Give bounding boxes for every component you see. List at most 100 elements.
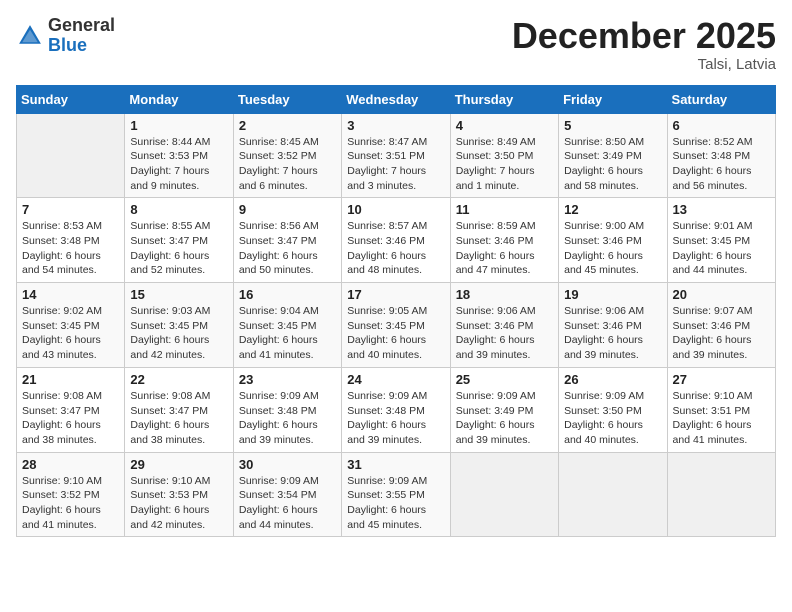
table-row: 22 Sunrise: 9:08 AMSunset: 3:47 PMDayligh… <box>125 367 233 452</box>
day-info: Sunrise: 8:45 AMSunset: 3:52 PMDaylight:… <box>239 135 336 194</box>
header-monday: Monday <box>125 85 233 113</box>
table-row <box>17 113 125 198</box>
day-info: Sunrise: 8:50 AMSunset: 3:49 PMDaylight:… <box>564 135 661 194</box>
calendar-body: 1 Sunrise: 8:44 AMSunset: 3:53 PMDaylight… <box>17 113 776 537</box>
table-row: 26Sunrise: 9:09 AMSunset: 3:50 PMDayligh… <box>559 367 667 452</box>
table-row: 8 Sunrise: 8:55 AMSunset: 3:47 PMDaylight… <box>125 198 233 283</box>
day-info: Sunrise: 9:08 AMSunset: 3:47 PMDaylight:… <box>22 389 119 448</box>
table-row: 28 Sunrise: 9:10 AMSunset: 3:52 PMDayligh… <box>17 452 125 537</box>
day-number: 8 <box>130 202 227 217</box>
table-row: 27 Sunrise: 9:10 AMSunset: 3:51 PMDayligh… <box>667 367 775 452</box>
day-info: Sunrise: 8:53 AMSunset: 3:48 PMDaylight:… <box>22 219 119 278</box>
day-info: Sunrise: 9:09 AMSunset: 3:54 PMDaylight:… <box>239 474 336 533</box>
table-row: 6 Sunrise: 8:52 AMSunset: 3:48 PMDaylight… <box>667 113 775 198</box>
day-number: 16 <box>239 287 336 302</box>
day-number: 14 <box>22 287 119 302</box>
table-row: 30 Sunrise: 9:09 AMSunset: 3:54 PMDayligh… <box>233 452 341 537</box>
logo-text: General Blue <box>48 16 115 56</box>
header-friday: Friday <box>559 85 667 113</box>
table-row: 2Sunrise: 8:45 AMSunset: 3:52 PMDaylight… <box>233 113 341 198</box>
table-row: 1 Sunrise: 8:44 AMSunset: 3:53 PMDaylight… <box>125 113 233 198</box>
table-row: 5Sunrise: 8:50 AMSunset: 3:49 PMDaylight… <box>559 113 667 198</box>
calendar-header: Sunday Monday Tuesday Wednesday Thursday… <box>17 85 776 113</box>
day-info: Sunrise: 9:10 AMSunset: 3:52 PMDaylight:… <box>22 474 119 533</box>
logo-line1: General <box>48 16 115 36</box>
day-info: Sunrise: 8:55 AMSunset: 3:47 PMDaylight:… <box>130 219 227 278</box>
month-title: December 2025 <box>512 16 776 56</box>
table-row: 16 Sunrise: 9:04 AMSunset: 3:45 PMDayligh… <box>233 283 341 368</box>
logo-icon <box>16 22 44 50</box>
day-number: 23 <box>239 372 336 387</box>
day-number: 26 <box>564 372 661 387</box>
table-row: 4 Sunrise: 8:49 AMSunset: 3:50 PMDaylight… <box>450 113 558 198</box>
day-info: Sunrise: 9:10 AMSunset: 3:53 PMDaylight:… <box>130 474 227 533</box>
table-row: 19Sunrise: 9:06 AMSunset: 3:46 PMDayligh… <box>559 283 667 368</box>
calendar-week-row: 7 Sunrise: 8:53 AMSunset: 3:48 PMDaylight… <box>17 198 776 283</box>
table-row: 3Sunrise: 8:47 AMSunset: 3:51 PMDaylight… <box>342 113 450 198</box>
table-row: 7 Sunrise: 8:53 AMSunset: 3:48 PMDaylight… <box>17 198 125 283</box>
day-info: Sunrise: 9:09 AMSunset: 3:48 PMDaylight:… <box>239 389 336 448</box>
table-row: 15 Sunrise: 9:03 AMSunset: 3:45 PMDayligh… <box>125 283 233 368</box>
table-row: 11Sunrise: 8:59 AMSunset: 3:46 PMDayligh… <box>450 198 558 283</box>
day-number: 24 <box>347 372 444 387</box>
day-number: 30 <box>239 457 336 472</box>
day-number: 13 <box>673 202 770 217</box>
day-number: 21 <box>22 372 119 387</box>
day-info: Sunrise: 9:04 AMSunset: 3:45 PMDaylight:… <box>239 304 336 363</box>
day-info: Sunrise: 9:10 AMSunset: 3:51 PMDaylight:… <box>673 389 770 448</box>
day-info: Sunrise: 9:09 AMSunset: 3:49 PMDaylight:… <box>456 389 553 448</box>
day-info: Sunrise: 9:00 AMSunset: 3:46 PMDaylight:… <box>564 219 661 278</box>
calendar-week-row: 28 Sunrise: 9:10 AMSunset: 3:52 PMDayligh… <box>17 452 776 537</box>
calendar-week-row: 1 Sunrise: 8:44 AMSunset: 3:53 PMDaylight… <box>17 113 776 198</box>
calendar-week-row: 21 Sunrise: 9:08 AMSunset: 3:47 PMDayligh… <box>17 367 776 452</box>
day-number: 7 <box>22 202 119 217</box>
day-info: Sunrise: 9:02 AMSunset: 3:45 PMDaylight:… <box>22 304 119 363</box>
day-info: Sunrise: 8:59 AMSunset: 3:46 PMDaylight:… <box>456 219 553 278</box>
day-info: Sunrise: 9:09 AMSunset: 3:48 PMDaylight:… <box>347 389 444 448</box>
title-block: December 2025 Talsi, Latvia <box>512 16 776 73</box>
day-number: 18 <box>456 287 553 302</box>
table-row: 24 Sunrise: 9:09 AMSunset: 3:48 PMDayligh… <box>342 367 450 452</box>
calendar-week-row: 14 Sunrise: 9:02 AMSunset: 3:45 PMDayligh… <box>17 283 776 368</box>
day-info: Sunrise: 9:03 AMSunset: 3:45 PMDaylight:… <box>130 304 227 363</box>
day-number: 6 <box>673 118 770 133</box>
day-number: 15 <box>130 287 227 302</box>
day-info: Sunrise: 8:49 AMSunset: 3:50 PMDaylight:… <box>456 135 553 194</box>
day-number: 10 <box>347 202 444 217</box>
day-info: Sunrise: 8:57 AMSunset: 3:46 PMDaylight:… <box>347 219 444 278</box>
day-number: 3 <box>347 118 444 133</box>
table-row: 23 Sunrise: 9:09 AMSunset: 3:48 PMDayligh… <box>233 367 341 452</box>
day-info: Sunrise: 9:09 AMSunset: 3:55 PMDaylight:… <box>347 474 444 533</box>
day-number: 22 <box>130 372 227 387</box>
page-header: General Blue December 2025 Talsi, Latvia <box>16 16 776 73</box>
day-info: Sunrise: 9:01 AMSunset: 3:45 PMDaylight:… <box>673 219 770 278</box>
logo-line2: Blue <box>48 36 115 56</box>
header-thursday: Thursday <box>450 85 558 113</box>
day-info: Sunrise: 8:56 AMSunset: 3:47 PMDaylight:… <box>239 219 336 278</box>
day-number: 1 <box>130 118 227 133</box>
day-info: Sunrise: 8:44 AMSunset: 3:53 PMDaylight:… <box>130 135 227 194</box>
day-info: Sunrise: 9:06 AMSunset: 3:46 PMDaylight:… <box>564 304 661 363</box>
day-number: 28 <box>22 457 119 472</box>
table-row <box>450 452 558 537</box>
table-row: 31Sunrise: 9:09 AMSunset: 3:55 PMDayligh… <box>342 452 450 537</box>
location: Talsi, Latvia <box>512 56 776 73</box>
table-row: 20Sunrise: 9:07 AMSunset: 3:46 PMDayligh… <box>667 283 775 368</box>
day-info: Sunrise: 8:52 AMSunset: 3:48 PMDaylight:… <box>673 135 770 194</box>
day-number: 25 <box>456 372 553 387</box>
table-row: 14 Sunrise: 9:02 AMSunset: 3:45 PMDayligh… <box>17 283 125 368</box>
table-row: 9Sunrise: 8:56 AMSunset: 3:47 PMDaylight… <box>233 198 341 283</box>
table-row: 18 Sunrise: 9:06 AMSunset: 3:46 PMDayligh… <box>450 283 558 368</box>
day-info: Sunrise: 9:06 AMSunset: 3:46 PMDaylight:… <box>456 304 553 363</box>
day-number: 27 <box>673 372 770 387</box>
day-number: 4 <box>456 118 553 133</box>
day-number: 12 <box>564 202 661 217</box>
day-number: 17 <box>347 287 444 302</box>
day-info: Sunrise: 9:08 AMSunset: 3:47 PMDaylight:… <box>130 389 227 448</box>
table-row: 17Sunrise: 9:05 AMSunset: 3:45 PMDayligh… <box>342 283 450 368</box>
table-row: 21 Sunrise: 9:08 AMSunset: 3:47 PMDayligh… <box>17 367 125 452</box>
header-sunday: Sunday <box>17 85 125 113</box>
table-row: 13 Sunrise: 9:01 AMSunset: 3:45 PMDayligh… <box>667 198 775 283</box>
table-row <box>559 452 667 537</box>
day-number: 29 <box>130 457 227 472</box>
